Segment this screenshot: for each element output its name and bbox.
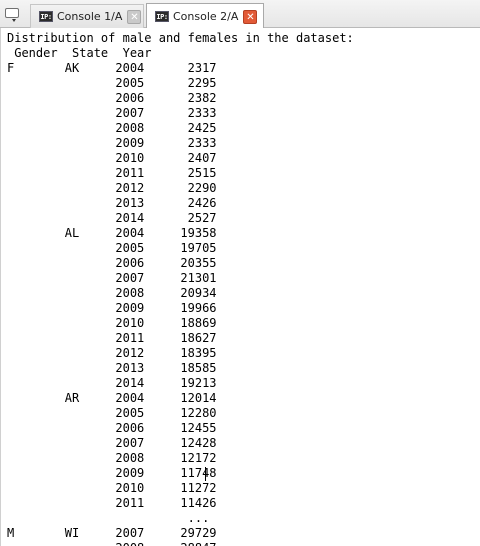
chevron-down-icon bbox=[12, 19, 16, 22]
console-line: Gender State Year bbox=[7, 46, 152, 60]
text-cursor bbox=[205, 467, 206, 481]
ipython-icon: IP: bbox=[155, 11, 169, 22]
ipython-icon: IP: bbox=[39, 11, 53, 22]
console-line: 2010 18869 bbox=[7, 316, 217, 330]
console-line: 2012 2290 bbox=[7, 181, 217, 195]
console-line: 2010 2407 bbox=[7, 151, 217, 165]
console-line: 2013 18585 bbox=[7, 361, 217, 375]
console-line: 2008 20934 bbox=[7, 286, 217, 300]
console-line: 2007 2333 bbox=[7, 106, 217, 120]
console-line: 2014 2527 bbox=[7, 211, 217, 225]
tab-label: Console 1/A bbox=[57, 10, 123, 23]
console-line: AL 2004 19358 bbox=[7, 226, 217, 240]
console-line: ... bbox=[7, 511, 210, 525]
console-line: 2009 11748 bbox=[7, 466, 217, 480]
close-icon[interactable]: ✕ bbox=[127, 9, 142, 24]
tab-label: Console 2/A bbox=[173, 10, 239, 23]
console-line: 2008 28847 bbox=[7, 541, 480, 546]
console-line: 2014 19213 bbox=[7, 376, 217, 390]
console-line: 2009 2333 bbox=[7, 136, 217, 150]
console-line: 2005 2295 bbox=[7, 76, 217, 90]
console-line: 2007 21301 bbox=[7, 271, 217, 285]
console-line: AR 2004 12014 bbox=[7, 391, 217, 405]
console-line: 2011 2515 bbox=[7, 166, 217, 180]
console-line: 2009 19966 bbox=[7, 301, 217, 315]
console-line: 2011 11426 bbox=[7, 496, 217, 510]
console-line: 2010 11272 bbox=[7, 481, 217, 495]
console-line: 2006 12455 bbox=[7, 421, 217, 435]
console-line: 2008 2425 bbox=[7, 121, 217, 135]
console-line: 2006 2382 bbox=[7, 91, 217, 105]
console-line: M WI 2007 29729 bbox=[7, 526, 217, 540]
console-line: 2012 18395 bbox=[7, 346, 217, 360]
console-line: F AK 2004 2317 bbox=[7, 61, 217, 75]
tab-list-menu-button[interactable] bbox=[5, 8, 23, 22]
console-line: 2011 18627 bbox=[7, 331, 217, 345]
window-icon bbox=[5, 8, 19, 18]
ipython-console-app: IP: Console 1/A ✕ IP: Console 2/A ✕ Dist… bbox=[0, 0, 480, 546]
console-line: Distribution of male and females in the … bbox=[7, 31, 354, 45]
console-tab-bar: IP: Console 1/A ✕ IP: Console 2/A ✕ bbox=[0, 0, 480, 29]
console-output-area[interactable]: Distribution of male and females in the … bbox=[0, 28, 480, 546]
close-icon[interactable]: ✕ bbox=[243, 9, 258, 24]
console-line: 2007 12428 bbox=[7, 436, 217, 450]
console-line: 2005 19705 bbox=[7, 241, 217, 255]
console-line: 2013 2426 bbox=[7, 196, 217, 210]
console-line: 2006 20355 bbox=[7, 256, 217, 270]
console-output-text: Distribution of male and females in the … bbox=[1, 28, 480, 546]
tab-console-2[interactable]: IP: Console 2/A ✕ bbox=[146, 3, 264, 29]
console-line: 2005 12280 bbox=[7, 406, 217, 420]
tab-console-1[interactable]: IP: Console 1/A ✕ bbox=[30, 4, 144, 28]
console-line: 2008 12172 bbox=[7, 451, 217, 465]
